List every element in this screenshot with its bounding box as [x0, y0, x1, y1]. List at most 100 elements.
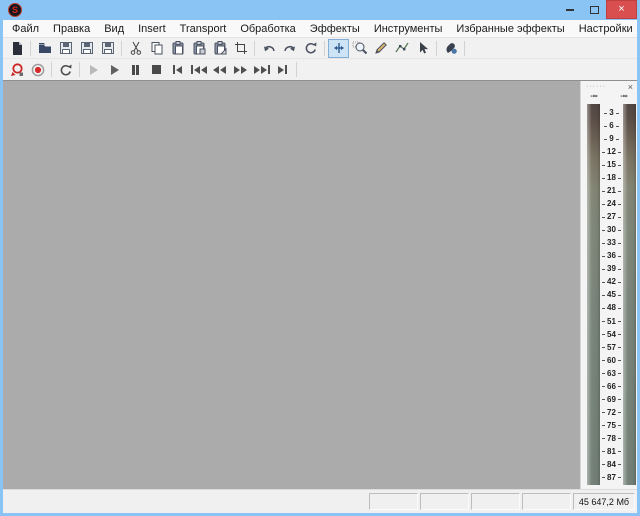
- toolbar-separator: [324, 40, 325, 56]
- rewind-icon: [190, 65, 207, 74]
- db-tick-label: 87: [600, 473, 623, 482]
- go-to-start-icon: [173, 65, 182, 74]
- maximize-button[interactable]: [582, 0, 606, 19]
- db-tick-label: 78: [600, 434, 623, 443]
- statusbar-cells: [369, 493, 571, 510]
- redo-icon: [282, 40, 298, 56]
- trim-button[interactable]: [230, 39, 251, 58]
- db-tick-label: 57: [600, 343, 623, 352]
- app-window: S × Файл Правка Вид Insert Transport Обработк…: [0, 0, 640, 516]
- toolbar-separator: [296, 62, 297, 77]
- menu-item[interactable]: Transport: [173, 21, 234, 37]
- stop-button[interactable]: [146, 60, 167, 79]
- rewind-button[interactable]: [188, 60, 209, 79]
- menu-item[interactable]: Эффекты: [303, 21, 367, 37]
- menu-item[interactable]: Правка: [46, 21, 97, 37]
- step-forward-icon: [234, 65, 247, 74]
- panel-grip-icon[interactable]: ······: [586, 83, 606, 90]
- play-button[interactable]: [104, 60, 125, 79]
- loop-playback-button[interactable]: [55, 60, 76, 79]
- open-folder-button[interactable]: [34, 39, 55, 58]
- save-icon: [58, 40, 74, 56]
- db-tick-label: 63: [600, 369, 623, 378]
- new-file-button[interactable]: [6, 39, 27, 58]
- cut-icon: [128, 40, 144, 56]
- open-folder-icon: [37, 40, 53, 56]
- go-to-end-button[interactable]: [272, 60, 293, 79]
- maximize-icon: [589, 5, 599, 14]
- paste-icon: [170, 40, 186, 56]
- play-all-button[interactable]: [83, 60, 104, 79]
- step-backward-button[interactable]: [209, 60, 230, 79]
- toolbar-separator: [254, 40, 255, 56]
- minimize-button[interactable]: [558, 0, 582, 19]
- menu-item[interactable]: Insert: [131, 21, 173, 37]
- left-vu-meter: [587, 104, 600, 485]
- db-tick-label: 51: [600, 317, 623, 326]
- record-icon: [30, 62, 46, 78]
- paste-to-new-icon: [212, 40, 228, 56]
- copy-button[interactable]: [146, 39, 167, 58]
- record-new-button[interactable]: [6, 60, 27, 79]
- menu-item[interactable]: Вид: [97, 21, 131, 37]
- db-tick-label: 6: [600, 122, 623, 130]
- window-controls: ×: [558, 0, 637, 20]
- meter-panel: ······ × -∞ -∞ 3 6 9 12 15 18 21 24 27 30 33 36 39 42…: [580, 81, 637, 489]
- content-area: ······ × -∞ -∞ 3 6 9 12 15 18 21 24 27 30 33 36 39 42…: [3, 80, 637, 489]
- cut-button[interactable]: [125, 39, 146, 58]
- meter-panel-close-icon[interactable]: ×: [628, 83, 633, 92]
- whats-this-help-button[interactable]: [440, 39, 461, 58]
- paste-to-new-button[interactable]: [209, 39, 230, 58]
- envelope-tool-icon: [394, 40, 410, 56]
- db-tick-label: 75: [600, 421, 623, 430]
- save-button[interactable]: [55, 39, 76, 58]
- left-meter-label: -∞: [590, 93, 598, 100]
- toolbar-separator: [79, 62, 80, 77]
- magnify-tool-button[interactable]: [349, 39, 370, 58]
- close-button[interactable]: ×: [606, 0, 637, 19]
- menu-item[interactable]: Избранные эффекты: [449, 21, 571, 37]
- db-tick-label: 21: [600, 187, 623, 195]
- statusbar-cell: [369, 493, 418, 510]
- db-tick-label: 60: [600, 356, 623, 365]
- db-tick-label: 9: [600, 135, 623, 143]
- paste-button[interactable]: [167, 39, 188, 58]
- save-as-button[interactable]: [76, 39, 97, 58]
- edit-tool-icon: [331, 40, 347, 56]
- go-to-start-button[interactable]: [167, 60, 188, 79]
- stop-icon: [152, 65, 161, 74]
- repeat-button[interactable]: [300, 39, 321, 58]
- event-tool-button[interactable]: [412, 39, 433, 58]
- meter-body: 3 6 9 12 15 18 21 24 27 30 33 36 39 42 45 48 51 54 57 60 63 6…: [581, 104, 637, 489]
- db-tick-label: 66: [600, 382, 623, 391]
- record-button[interactable]: [27, 60, 48, 79]
- mix-paste-button[interactable]: [188, 39, 209, 58]
- app-logo-icon[interactable]: S: [8, 3, 22, 17]
- db-tick-label: 36: [600, 252, 623, 260]
- db-tick-label: 24: [600, 200, 623, 208]
- save-all-button[interactable]: [97, 39, 118, 58]
- play-all-icon: [89, 64, 98, 75]
- trim-icon: [233, 40, 249, 56]
- menu-item[interactable]: Настройки: [572, 21, 640, 37]
- edit-tool-button[interactable]: [328, 38, 349, 58]
- fast-forward-button[interactable]: [251, 60, 272, 79]
- menu-item[interactable]: Обработка: [233, 21, 302, 37]
- db-tick-label: 27: [600, 213, 623, 221]
- pencil-tool-button[interactable]: [370, 39, 391, 58]
- step-forward-button[interactable]: [230, 60, 251, 79]
- menu-item[interactable]: Файл: [5, 21, 46, 37]
- toolbar-separator: [121, 40, 122, 56]
- undo-button[interactable]: [258, 39, 279, 58]
- redo-button[interactable]: [279, 39, 300, 58]
- pause-button[interactable]: [125, 60, 146, 79]
- right-vu-meter: [622, 104, 636, 485]
- close-icon: ×: [618, 3, 625, 15]
- step-backward-icon: [213, 65, 226, 74]
- toolbar-separator: [464, 40, 465, 56]
- menu-item[interactable]: Инструменты: [367, 21, 450, 37]
- envelope-tool-button[interactable]: [391, 39, 412, 58]
- db-tick-label: 3: [600, 109, 623, 117]
- db-tick-label: 42: [600, 278, 623, 286]
- workspace: [3, 81, 580, 489]
